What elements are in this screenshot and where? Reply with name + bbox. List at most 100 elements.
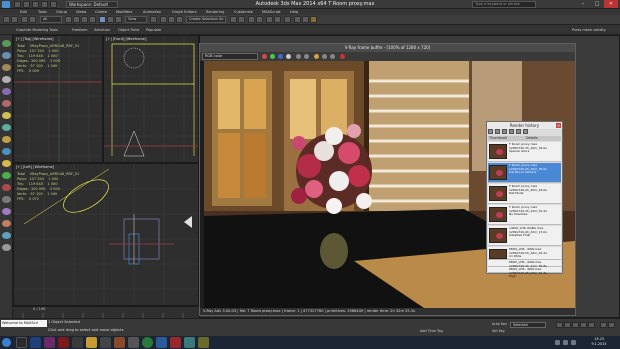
lens-effects-icon[interactable] [330,54,335,59]
zoom-icon[interactable] [600,322,607,328]
save-image-icon[interactable] [296,54,301,59]
blue-channel-icon[interactable] [278,54,283,59]
schematic-view-icon[interactable] [274,16,281,23]
unlink-icon[interactable] [29,16,36,23]
save-icon[interactable] [32,1,39,8]
curve-editor-icon[interactable] [266,16,273,23]
column-details[interactable]: Details [526,136,538,141]
hierarchy-icon[interactable] [2,64,11,71]
system-clock[interactable]: 13:23 9.1.2015 [586,337,612,347]
app-taskbar-icon[interactable] [100,337,111,348]
move-icon[interactable] [99,16,106,23]
history-item[interactable]: vdilb5_LH6, RGBA max 1280x720,4h_22m_13.… [488,226,561,246]
clear-icon[interactable] [304,54,309,59]
camera-icon[interactable] [2,124,11,131]
photoshop-taskbar-icon[interactable] [30,337,41,348]
stop-render-icon[interactable] [340,54,345,59]
app-taskbar-icon[interactable] [184,337,195,348]
scale-icon[interactable] [115,16,122,23]
undo-icon[interactable] [3,16,10,23]
prev-frame-icon[interactable] [564,322,571,328]
goto-start-icon[interactable] [556,322,563,328]
mesh-icon[interactable] [2,232,11,239]
mirror-icon[interactable] [230,16,237,23]
layer-manager-icon[interactable] [248,16,255,23]
graphite-toggle-icon[interactable] [256,16,263,23]
snap-icon[interactable] [160,16,167,23]
app-taskbar-icon[interactable] [156,337,167,348]
delete-icon[interactable] [502,129,507,134]
pivot-icon[interactable] [150,16,157,23]
geometry-icon[interactable] [2,172,11,179]
save-icon[interactable] [488,129,493,134]
app-taskbar-icon[interactable] [170,337,181,348]
pan-icon[interactable] [608,322,615,328]
play-icon[interactable] [572,322,579,328]
shapes-icon[interactable] [2,184,11,191]
redo-icon[interactable] [50,1,57,8]
history-icon[interactable] [322,54,327,59]
green-channel-icon[interactable] [270,54,275,59]
autokey-button[interactable]: Auto Key [492,322,507,326]
utilities-icon[interactable] [2,100,11,107]
paint-icon[interactable] [2,220,11,227]
history-item[interactable]: PROX_LH6 - RAW.max 1280x720,5h_16m_44.2s… [488,247,561,260]
tab-graphite-modeling[interactable]: Graphite Modeling Tools [16,27,58,33]
modify-icon[interactable] [2,52,11,59]
rect-region-icon[interactable] [81,16,88,23]
minimize-button[interactable]: – [576,0,590,8]
maxscript-listener[interactable]: Welcome to MAXScri [1,320,47,327]
alpha-channel-icon[interactable] [286,54,291,59]
history-item[interactable]: PROX_LH6 - RAW.max 1280x720,3h_21m_55.8s… [488,260,561,271]
start-button-icon[interactable] [2,338,11,347]
redo-icon[interactable] [11,16,18,23]
tab-selection[interactable]: Selection [94,27,110,33]
viewport-label[interactable]: [+] [Top] [Wireframe] [16,37,54,41]
undo-icon[interactable] [41,1,48,8]
create-icon[interactable] [2,40,11,47]
render-region-icon[interactable] [314,54,319,59]
app-logo-icon[interactable] [2,1,10,8]
next-frame-icon[interactable] [580,322,587,328]
tab-freeform[interactable]: Freeform [72,27,88,33]
motion-icon[interactable] [2,76,11,83]
history-item[interactable]: T Room proxy max 1280x720,3h_22m_51.2s N… [488,205,561,225]
viewport-front[interactable]: [+] [Front] [Wireframe] [103,35,199,163]
viewport-label[interactable]: [+] [Left] [Wireframe] [16,165,54,169]
column-thumbnail[interactable]: Thumbnail [489,136,507,141]
select-by-name-icon[interactable] [73,16,80,23]
new-icon[interactable] [14,1,21,8]
history-item-selected[interactable]: T Room proxy max 1280x720,2h_16m_35.0s F… [488,163,561,183]
chrome-taskbar-icon[interactable] [142,337,153,348]
time-slider-label[interactable]: 0 / 100 [33,307,45,311]
named-selection-dropdown[interactable]: Create Selection Se [186,16,226,23]
time-ruler[interactable]: 0 / 100 [13,306,199,318]
history-item[interactable]: T Room proxy max 1280x720,3h_16m_35.0s S… [488,142,561,162]
search-input[interactable]: Type a keyword or phrase [472,1,536,8]
tray-icon[interactable] [555,340,560,345]
render-setup-icon[interactable] [294,16,301,23]
app-taskbar-icon[interactable] [198,337,209,348]
close-button[interactable]: ✕ [604,0,618,8]
viewport-top[interactable]: [+] [Top] [Wireframe] Total VRayProxy_AR… [13,35,103,163]
tab-object-paint[interactable]: Object Paint [118,27,139,33]
display-icon[interactable] [2,88,11,95]
maximize-button[interactable]: □ [590,0,604,8]
angle-snap-icon[interactable] [168,16,175,23]
reference-coord-dropdown[interactable]: View [125,16,147,23]
compare-b-icon[interactable] [516,129,521,134]
rendered-frame-window-icon[interactable] [302,16,309,23]
viewport-left[interactable]: [+] [Left] [Wireframe] Total VRayProxy_A… [13,163,199,306]
settings-icon[interactable] [2,244,11,251]
rotate-icon[interactable] [107,16,114,23]
select-icon[interactable] [65,16,72,23]
open-icon[interactable] [23,1,30,8]
link-icon[interactable] [21,16,28,23]
red-channel-icon[interactable] [262,54,267,59]
tab-populate[interactable]: Populate [146,27,161,33]
acrobat-taskbar-icon[interactable] [58,337,69,348]
channel-dropdown[interactable]: RGB color [202,53,258,60]
load-icon[interactable] [495,129,500,134]
3dsmax-taskbar-icon[interactable] [16,337,27,348]
goto-end-icon[interactable] [588,322,595,328]
